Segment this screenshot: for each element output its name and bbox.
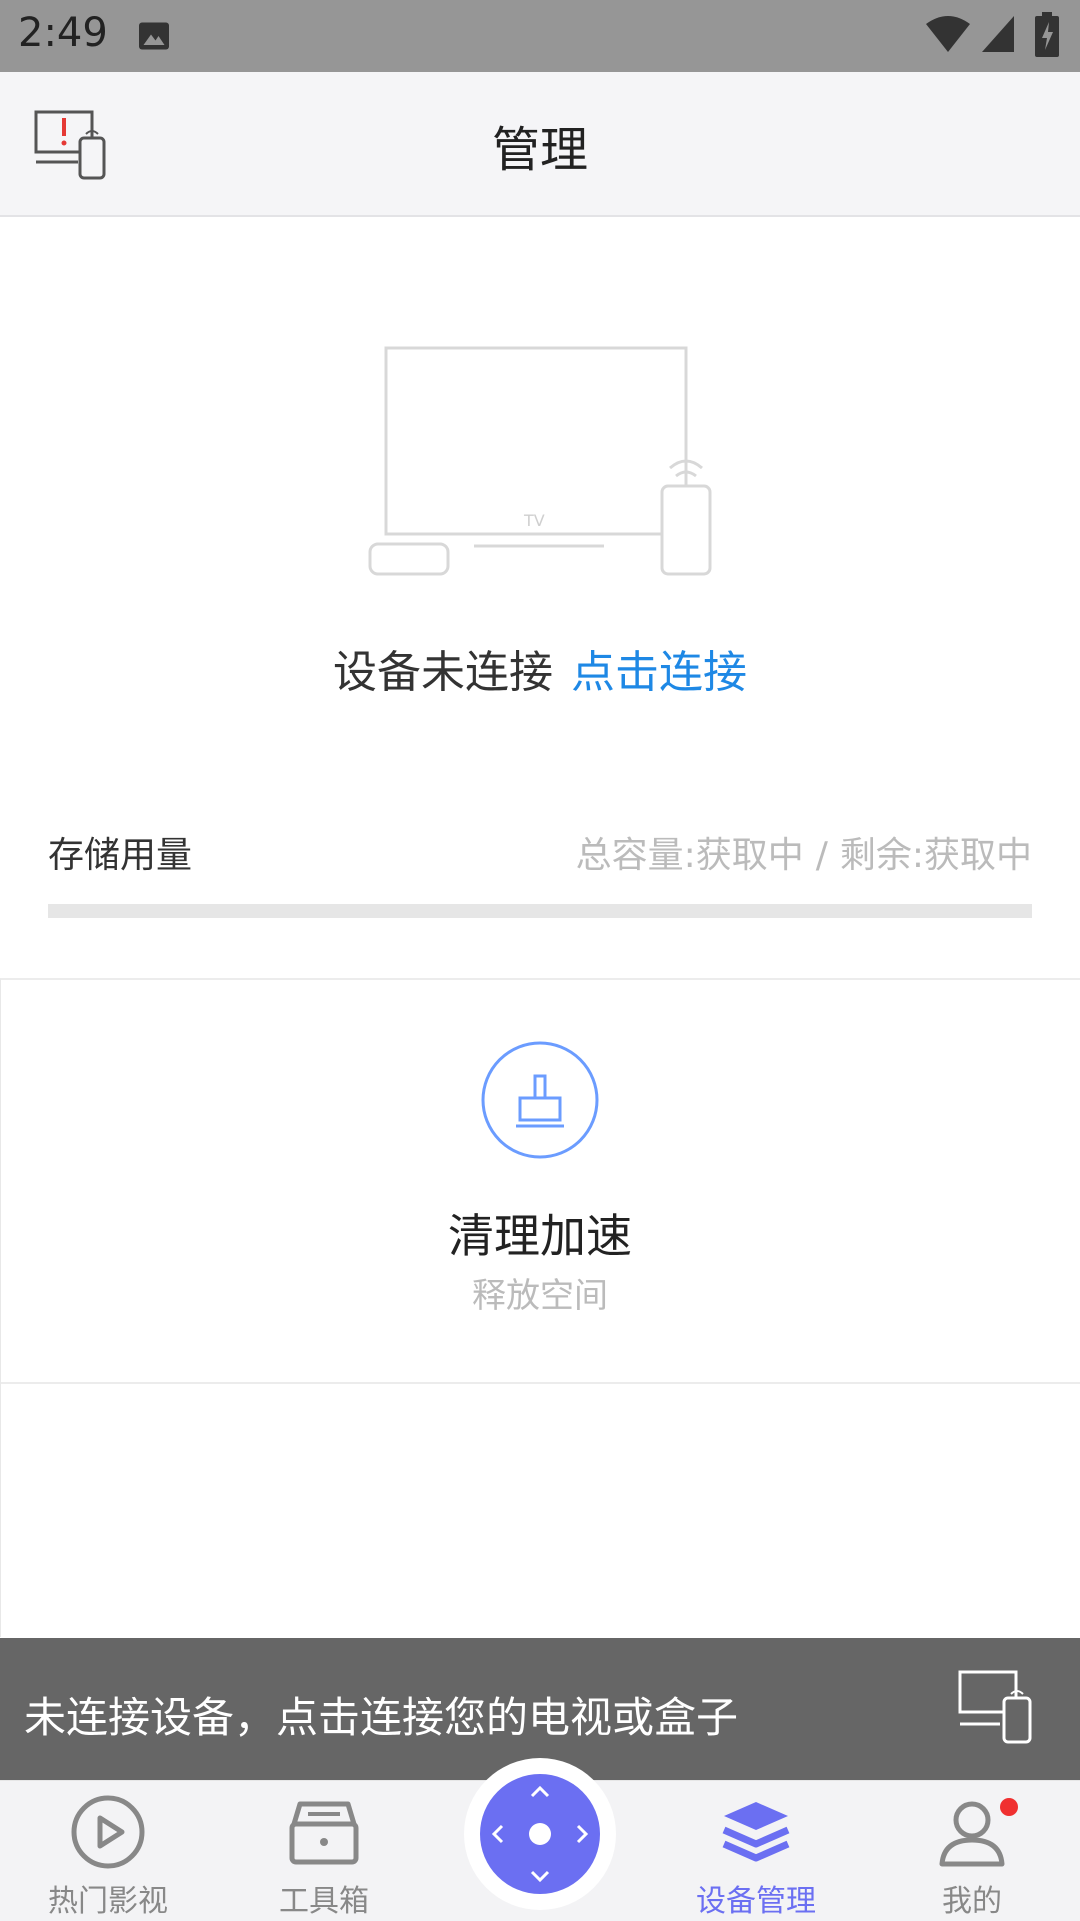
storage-label: 存储用量: [48, 835, 193, 876]
empty-area: [0, 1382, 1080, 1637]
status-time: 2:49: [18, 10, 108, 56]
image-notification-icon: [136, 18, 172, 54]
nav-label-mine: 我的: [942, 1884, 1002, 1919]
clean-subtitle: 释放空间: [472, 1276, 608, 1316]
device-connect-icon[interactable]: [958, 1670, 1036, 1744]
svg-text:TV: TV: [523, 511, 545, 530]
device-status-row: 设备未连接 点击连接: [0, 636, 1080, 700]
tv-illustration: TV: [362, 340, 718, 580]
toolbox-icon: [282, 1790, 366, 1874]
page-title: 管理: [491, 122, 588, 178]
signal-icon: [980, 14, 1016, 54]
nav-item-toolbox[interactable]: 工具箱: [234, 1780, 414, 1920]
nav-item-mine[interactable]: 我的: [882, 1780, 1062, 1920]
layers-icon: [714, 1790, 798, 1874]
nav-label-hot-videos: 热门影视: [48, 1884, 168, 1919]
wifi-icon: [924, 14, 972, 54]
clean-accelerate-card[interactable]: [0, 978, 1080, 1384]
storage-remaining: 剩余:获取中: [839, 835, 1032, 876]
storage-separator: /: [815, 835, 828, 876]
notification-badge: [1000, 1798, 1018, 1816]
connect-banner-text[interactable]: 未连接设备，点击连接您的电视或盒子: [24, 1684, 738, 1745]
storage-info: 总容量:获取中 / 剩余:获取中: [576, 826, 1032, 878]
play-circle-icon: [66, 1790, 150, 1874]
device-status-text: 设备未连接: [333, 647, 553, 698]
nav-label-toolbox: 工具箱: [279, 1884, 369, 1919]
connect-link[interactable]: 点击连接: [571, 647, 747, 698]
nav-item-device-management[interactable]: 设备管理: [666, 1780, 846, 1920]
broom-icon: [480, 1040, 600, 1160]
battery-icon: [1034, 12, 1060, 58]
clean-title: 清理加速: [448, 1209, 632, 1263]
nav-item-hot-videos[interactable]: 热门影视: [18, 1780, 198, 1920]
nav-label-device-management: 设备管理: [696, 1884, 816, 1919]
remote-control-button[interactable]: [480, 1774, 600, 1894]
storage-total: 总容量:获取中: [575, 835, 804, 876]
storage-progress-bar: [48, 904, 1032, 918]
remote-control-icon: [491, 1785, 589, 1883]
